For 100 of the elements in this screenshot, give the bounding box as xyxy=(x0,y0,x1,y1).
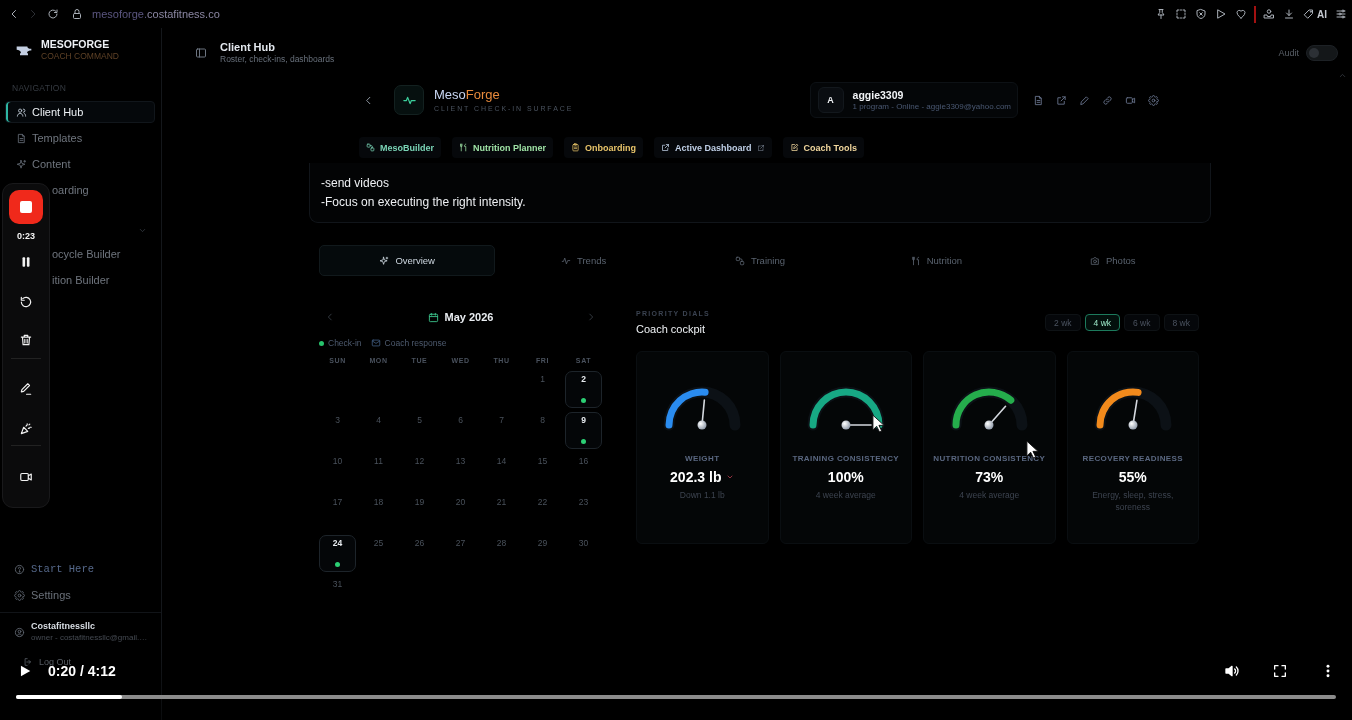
ai-button[interactable]: AI xyxy=(1303,7,1327,21)
range-option[interactable]: 6 wk xyxy=(1124,314,1160,331)
legend-label: Check-in xyxy=(328,338,362,348)
range-option[interactable]: 2 wk xyxy=(1045,314,1081,331)
stop-button[interactable] xyxy=(9,190,43,224)
calendar-day[interactable]: 17 xyxy=(319,494,356,531)
stop-icon xyxy=(20,201,32,213)
lock-icon[interactable] xyxy=(71,8,83,20)
calendar-day[interactable]: 15 xyxy=(524,453,561,490)
external-link-icon[interactable] xyxy=(1056,94,1067,106)
calendar-day[interactable]: 1 xyxy=(524,371,561,408)
calendar-day[interactable]: 22 xyxy=(524,494,561,531)
heart-icon[interactable] xyxy=(1235,8,1247,20)
calendar-day[interactable]: 14 xyxy=(483,453,520,490)
party-popper-icon[interactable] xyxy=(19,422,33,436)
fullscreen-icon[interactable] xyxy=(1272,663,1288,679)
calendar-day[interactable]: 25 xyxy=(360,535,397,572)
download-icon[interactable] xyxy=(1283,8,1295,20)
nav-item[interactable]: Settings xyxy=(5,584,155,606)
tab[interactable]: Photos xyxy=(1024,245,1201,276)
nav-item[interactable]: Start Here xyxy=(5,558,155,580)
progress-track[interactable] xyxy=(16,695,1336,699)
nav-item[interactable]: oarding xyxy=(52,179,89,201)
nav-item[interactable]: ocycle Builder xyxy=(52,243,121,265)
calendar-day[interactable]: 11 xyxy=(360,453,397,490)
utensils-icon xyxy=(459,143,468,152)
tab[interactable]: Overview xyxy=(319,245,496,276)
calendar-day[interactable]: 28 xyxy=(483,535,520,572)
external-link-icon xyxy=(756,143,765,152)
reload-icon[interactable] xyxy=(47,8,59,20)
calendar-day[interactable]: 23 xyxy=(565,494,602,531)
document-icon[interactable] xyxy=(1033,94,1044,106)
restart-icon[interactable] xyxy=(19,295,33,309)
nav-item[interactable]: Client Hub xyxy=(5,101,155,123)
video-camera-icon[interactable] xyxy=(19,470,33,484)
nav-item[interactable]: Content xyxy=(5,153,155,175)
pen-icon[interactable] xyxy=(19,382,33,396)
address-field[interactable]: mesoforge.costafitness.co xyxy=(92,7,220,21)
play-icon[interactable] xyxy=(18,664,32,678)
range-option[interactable]: 8 wk xyxy=(1163,314,1199,331)
audit-toggle[interactable] xyxy=(1306,45,1338,61)
user-name: Costafitnessllc xyxy=(31,621,97,632)
quick-link[interactable]: Coach Tools xyxy=(782,137,864,158)
shield-x-icon[interactable] xyxy=(1195,8,1207,20)
calendar-day[interactable]: 13 xyxy=(442,453,479,490)
nav-item[interactable]: ition Builder xyxy=(52,269,110,291)
link-icon[interactable] xyxy=(1102,94,1113,106)
calendar-day[interactable]: 31 xyxy=(319,576,356,613)
pencil-icon[interactable] xyxy=(1079,94,1090,106)
calendar-day[interactable]: 16 xyxy=(565,453,602,490)
tab[interactable]: Nutrition xyxy=(848,245,1025,276)
edit-icon xyxy=(789,143,799,152)
calendar-day[interactable]: 18 xyxy=(360,494,397,531)
calendar-day[interactable]: 9 xyxy=(565,412,602,449)
dial-note: 4 week average xyxy=(959,489,1020,501)
tab[interactable]: Training xyxy=(671,245,849,276)
calendar-day[interactable]: 27 xyxy=(442,535,479,572)
pushpin-icon[interactable] xyxy=(1155,8,1167,20)
calendar-day[interactable]: 19 xyxy=(401,494,438,531)
trash-icon[interactable] xyxy=(19,333,33,347)
users-icon xyxy=(16,106,27,118)
quick-link[interactable]: Active Dashboard xyxy=(654,137,772,158)
calendar-day[interactable]: 8 xyxy=(524,412,561,449)
calendar-day[interactable]: 21 xyxy=(483,494,520,531)
calendar-day[interactable]: 24 xyxy=(319,535,356,572)
client-detail: 1 program - Online - aggie3309@yahoo.com xyxy=(852,101,1011,112)
sidebar-toggle-icon[interactable] xyxy=(195,47,207,59)
calendar-day[interactable]: 6 xyxy=(442,412,479,449)
quick-link[interactable]: Onboarding xyxy=(564,137,644,158)
user-detail: owner - costafitnessllc@gmail.… xyxy=(31,632,148,643)
utensils-icon xyxy=(910,255,921,266)
volume-icon[interactable] xyxy=(1224,663,1240,679)
recording-time: 0:23 xyxy=(17,231,35,242)
dial-value: 202.3 lb xyxy=(670,468,722,486)
account-tray-icon[interactable] xyxy=(1263,8,1275,20)
calendar-day[interactable]: 30 xyxy=(565,535,602,572)
calendar-day[interactable]: 7 xyxy=(483,412,520,449)
quick-link[interactable]: MesoBuilder xyxy=(359,137,441,158)
check-in-dot-icon xyxy=(581,439,586,444)
calendar-day[interactable]: 10 xyxy=(319,453,356,490)
client-name: aggie3309 xyxy=(852,88,905,102)
calendar-day[interactable]: 4 xyxy=(360,412,397,449)
note-line: -Focus on executing the right intensity. xyxy=(321,194,527,211)
calendar-day[interactable]: 12 xyxy=(401,453,438,490)
quick-link[interactable]: Nutrition Planner xyxy=(452,137,554,158)
check-in-dot-icon xyxy=(335,562,340,567)
calendar-day[interactable]: 20 xyxy=(442,494,479,531)
external-link-icon xyxy=(661,143,671,152)
calendar-day[interactable]: 26 xyxy=(401,535,438,572)
calendar-day[interactable]: 5 xyxy=(401,412,438,449)
nav-item[interactable]: Templates xyxy=(5,127,155,149)
anvil-icon xyxy=(16,44,32,56)
sliders-icon[interactable] xyxy=(1335,8,1347,20)
play-outline-icon[interactable] xyxy=(1215,8,1227,20)
gear-icon[interactable] xyxy=(1148,94,1159,106)
calendar-day[interactable]: 29 xyxy=(524,535,561,572)
calendar-day[interactable]: 2 xyxy=(565,371,602,408)
tab[interactable]: Trends xyxy=(495,245,672,276)
range-option[interactable]: 4 wk xyxy=(1084,314,1121,331)
calendar-day[interactable]: 3 xyxy=(319,412,356,449)
